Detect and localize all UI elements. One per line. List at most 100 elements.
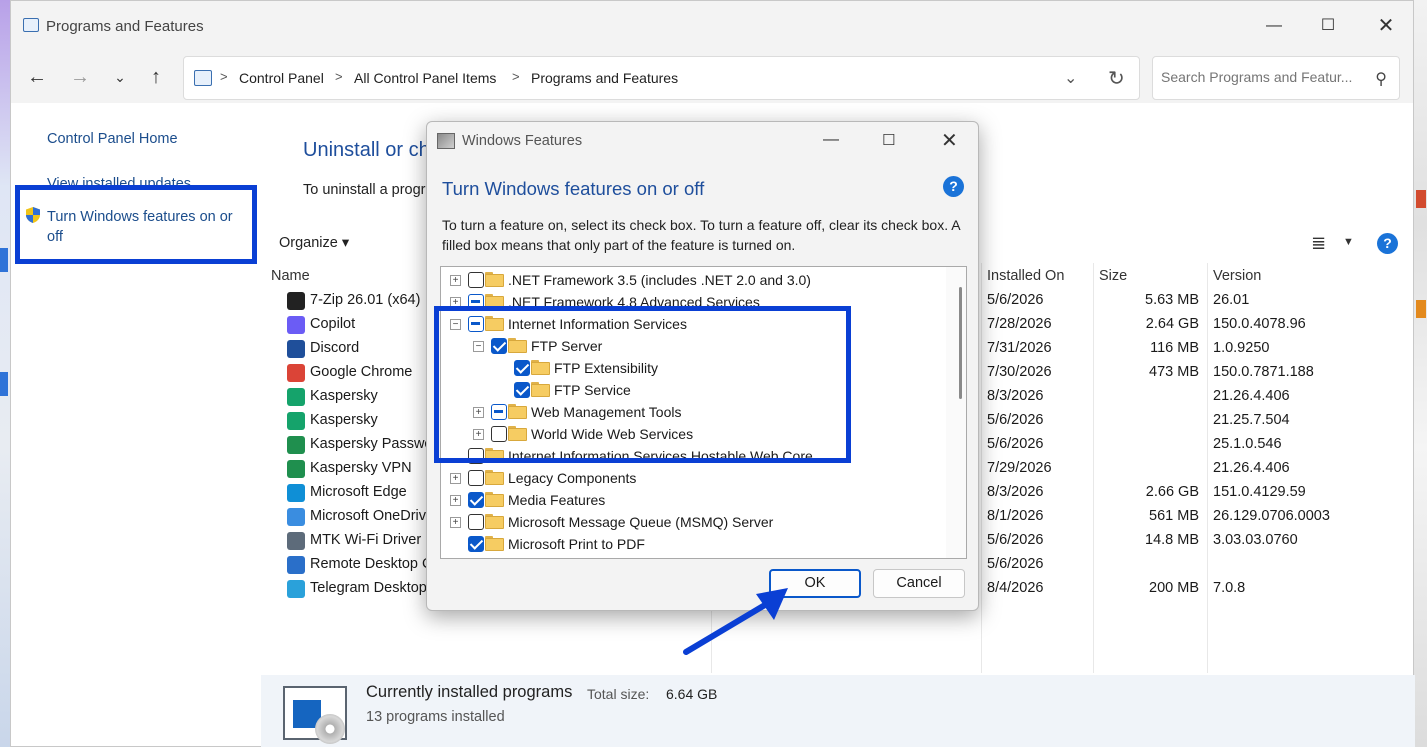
expand-icon[interactable]: + [473,407,484,418]
dialog-minimize-button[interactable]: — [823,131,839,149]
status-title: Currently installed programs [366,683,573,701]
dialog-title-bar: Windows Features — ☐ ✕ [427,122,978,160]
forward-button[interactable]: → [69,66,91,88]
feature-item[interactable]: + World Wide Web Services [441,423,946,445]
feature-label: Internet Information Services [508,316,687,332]
feature-item[interactable]: + Web Management Tools [441,401,946,423]
ok-button[interactable]: OK [769,569,861,598]
expand-icon[interactable]: + [450,297,461,308]
status-program-count: 13 programs installed [366,709,505,725]
breadcrumb-all-items[interactable]: All Control Panel Items [354,70,496,86]
column-header-size[interactable]: Size [1099,268,1127,284]
feature-item[interactable]: + Microsoft Message Queue (MSMQ) Server [441,511,946,533]
feature-checkbox[interactable] [491,338,507,354]
column-header-installed-on[interactable]: Installed On [987,268,1064,284]
search-icon[interactable]: ⚲ [1375,69,1387,89]
feature-item[interactable]: + .NET Framework 3.5 (includes .NET 2.0 a… [441,269,946,291]
feature-item[interactable]: + Legacy Components [441,467,946,489]
collapse-icon[interactable]: − [450,319,461,330]
scrollbar-thumb[interactable] [959,287,962,399]
help-icon[interactable]: ? [943,176,964,197]
breadcrumb-separator[interactable]: > [335,69,343,84]
control-panel-icon [23,18,39,32]
expand-icon[interactable]: + [450,275,461,286]
windows-features-icon [437,133,455,149]
feature-checkbox[interactable] [468,448,484,464]
program-installed-on: 8/3/2026 [987,484,1044,500]
search-input[interactable] [1161,69,1361,85]
cancel-button[interactable]: Cancel [873,569,965,598]
desktop-background-right [1414,0,1427,747]
dialog-description: To turn a feature on, select its check b… [442,217,960,253]
up-button[interactable]: ↑ [145,66,167,88]
kaspersky-icon [287,412,305,430]
tree-scrollbar[interactable] [946,267,966,558]
feature-checkbox[interactable] [514,382,530,398]
back-button[interactable]: ← [26,66,48,88]
program-installed-on: 5/6/2026 [987,412,1044,428]
feature-checkbox[interactable] [514,360,530,376]
feature-item[interactable]: FTP Service [441,379,946,401]
chevron-down-icon[interactable]: ▼ [1343,236,1354,248]
breadcrumb-separator[interactable]: > [512,69,520,84]
collapse-icon[interactable]: − [473,341,484,352]
feature-checkbox[interactable] [468,316,484,332]
breadcrumb-control-panel[interactable]: Control Panel [239,70,324,86]
feature-label: FTP Service [554,382,631,398]
expand-icon[interactable]: + [473,429,484,440]
onedrive-icon [287,508,305,526]
expand-icon[interactable]: + [450,495,461,506]
feature-item[interactable]: + .NET Framework 4.8 Advanced Services [441,291,946,313]
chrome-icon [287,364,305,382]
close-button[interactable]: ✕ [1375,15,1397,37]
feature-checkbox[interactable] [468,272,484,288]
feature-item[interactable]: − Internet Information Services [441,313,946,335]
expand-icon[interactable]: + [450,517,461,528]
column-header-name[interactable]: Name [271,268,310,284]
feature-checkbox[interactable] [468,536,484,552]
dialog-heading: Turn Windows features on or off [442,178,705,199]
feature-checkbox[interactable] [491,404,507,420]
feature-item[interactable]: + Media Features [441,489,946,511]
organize-menu-button[interactable]: Organize ▾ [279,235,349,251]
turn-windows-features-link[interactable]: Turn Windows features on or off [47,207,247,247]
view-options-icon[interactable]: ≣ [1311,233,1326,254]
breadcrumb-separator[interactable]: > [220,69,228,84]
window-title: Programs and Features [46,18,204,35]
feature-checkbox[interactable] [491,426,507,442]
status-total-value: 6.64 GB [666,686,718,702]
feature-checkbox[interactable] [468,514,484,530]
feature-item[interactable]: FTP Extensibility [441,357,946,379]
program-name: Google Chrome [310,364,413,380]
feature-checkbox[interactable] [468,294,484,310]
maximize-button[interactable]: ☐ [1317,15,1339,37]
address-bar[interactable]: > Control Panel > All Control Panel Item… [183,56,1140,100]
telegram-icon [287,580,305,598]
breadcrumb-programs-features[interactable]: Programs and Features [531,70,678,86]
column-header-version[interactable]: Version [1213,268,1261,284]
control-panel-home-link[interactable]: Control Panel Home [47,131,178,147]
expand-icon[interactable]: + [450,473,461,484]
program-size: 116 MB [1150,340,1199,356]
program-installed-on: 5/6/2026 [987,292,1044,308]
features-tree[interactable]: + .NET Framework 3.5 (includes .NET 2.0 a… [440,266,967,559]
help-icon[interactable]: ? [1377,233,1398,254]
dialog-maximize-button[interactable]: ☐ [882,131,895,149]
annotation-highlight-box: Turn Windows features on or off [15,185,257,264]
program-installed-on: 5/6/2026 [987,556,1044,572]
installed-programs-icon [283,686,347,744]
search-box[interactable]: ⚲ [1152,56,1400,100]
feature-item[interactable]: Internet Information Services Hostable W… [441,445,946,467]
address-dropdown-button[interactable]: ⌄ [1064,68,1077,88]
program-name: Microsoft OneDrive [310,508,435,524]
program-version: 7.0.8 [1213,580,1246,596]
feature-checkbox[interactable] [468,492,484,508]
dialog-title: Windows Features [462,133,583,149]
recent-locations-button[interactable]: ⌄ [109,66,131,88]
feature-checkbox[interactable] [468,470,484,486]
minimize-button[interactable]: — [1263,15,1285,37]
feature-item[interactable]: Microsoft Print to PDF [441,533,946,555]
dialog-close-button[interactable]: ✕ [941,128,958,153]
feature-item[interactable]: − FTP Server [441,335,946,357]
refresh-button[interactable]: ↻ [1108,66,1125,91]
